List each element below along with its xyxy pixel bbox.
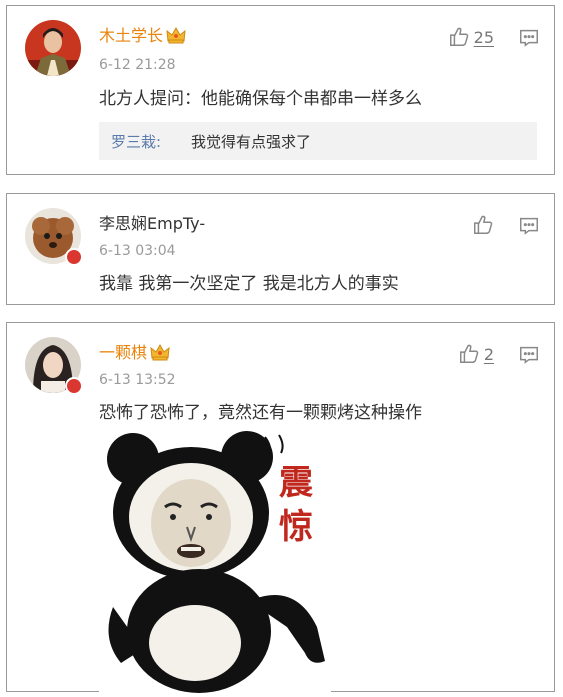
reply-username[interactable]: 罗三栽: bbox=[111, 131, 161, 152]
meme-caption: 震 惊 bbox=[279, 463, 313, 547]
thumbs-up-icon bbox=[448, 26, 470, 48]
like-button[interactable]: 25 bbox=[448, 26, 494, 48]
comment-text: 我靠 我第一次坚定了 我是北方人的事实 bbox=[99, 274, 399, 294]
comment-card: 一颗棋 6-13 13:52 恐怖了恐怖了，竟然还有一颗颗烤这种操作 2 震 惊 bbox=[6, 322, 555, 693]
comment-icon[interactable] bbox=[518, 215, 540, 241]
like-count: 25 bbox=[473, 27, 494, 47]
sub-reply: 罗三栽: 我觉得有点强求了 bbox=[99, 122, 537, 160]
comment-text: 北方人提问：他能确保每个串都串一样多么 bbox=[99, 89, 422, 109]
comment-card: 李思娴EmpTy- 6-13 03:04 我靠 我第一次坚定了 我是北方人的事实 bbox=[6, 193, 555, 305]
verified-badge-icon bbox=[65, 248, 83, 266]
username[interactable]: 李思娴EmpTy- bbox=[99, 214, 205, 234]
crown-icon bbox=[166, 26, 186, 49]
username[interactable]: 木土学长 bbox=[99, 26, 186, 49]
comment-icon[interactable] bbox=[518, 344, 540, 370]
comment-time: 6-12 21:28 bbox=[99, 57, 176, 73]
thumbs-up-icon bbox=[458, 343, 480, 365]
like-button[interactable] bbox=[472, 214, 494, 236]
thumbs-up-icon bbox=[472, 214, 494, 236]
comment-time: 6-13 13:52 bbox=[99, 372, 176, 388]
verified-badge-icon bbox=[65, 377, 83, 395]
like-button[interactable]: 2 bbox=[458, 343, 494, 365]
meme-image[interactable]: 震 惊 bbox=[99, 431, 331, 693]
username[interactable]: 一颗棋 bbox=[99, 343, 170, 366]
crown-icon bbox=[150, 343, 170, 366]
comment-time: 6-13 03:04 bbox=[99, 243, 176, 259]
avatar[interactable] bbox=[25, 20, 81, 76]
reply-text: 我觉得有点强求了 bbox=[191, 133, 312, 151]
comment-card: 木土学长 6-12 21:28 北方人提问：他能确保每个串都串一样多么 25 罗… bbox=[6, 5, 555, 175]
like-count: 2 bbox=[483, 344, 494, 364]
comment-text: 恐怖了恐怖了，竟然还有一颗颗烤这种操作 bbox=[99, 403, 422, 423]
comment-icon[interactable] bbox=[518, 27, 540, 53]
